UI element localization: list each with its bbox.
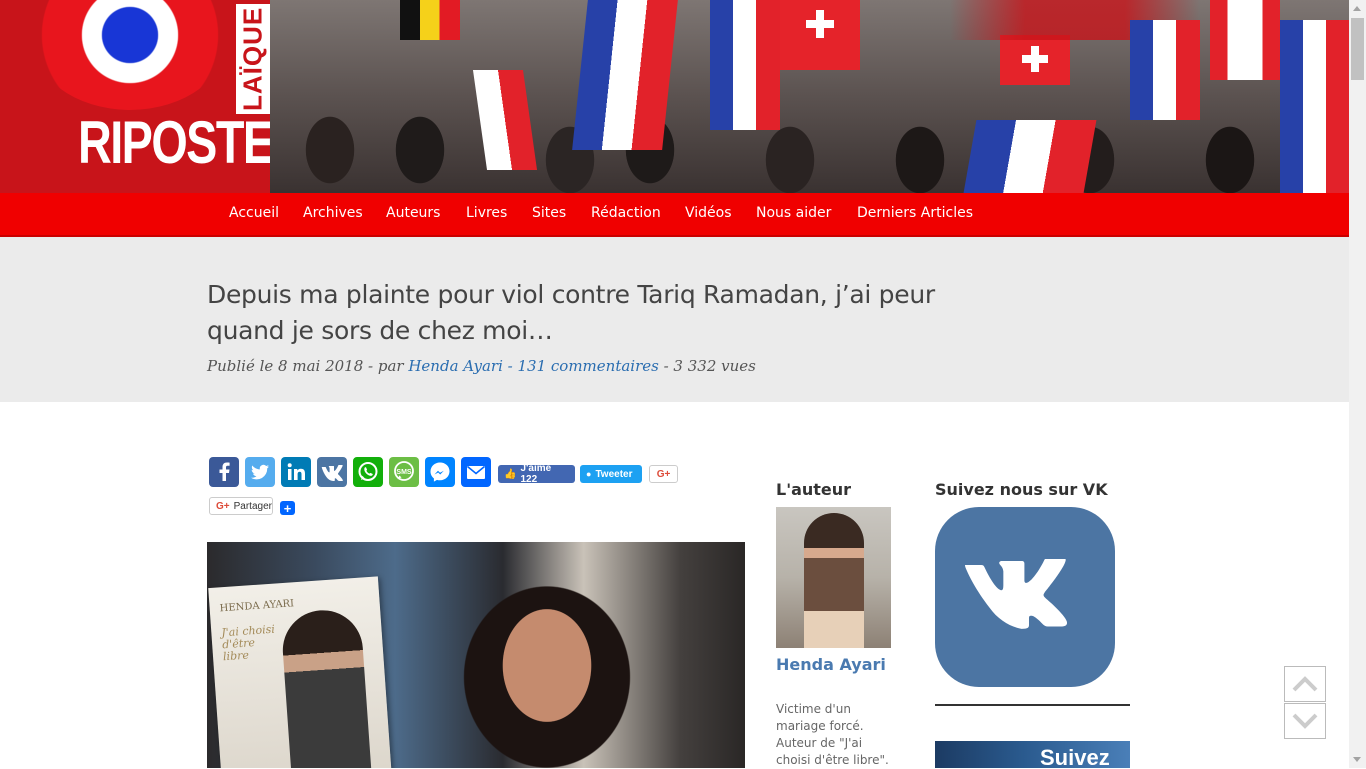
add-share-button[interactable]: + [280, 501, 295, 516]
linkedin-icon[interactable] [281, 457, 311, 487]
nav-item-derniers-articles[interactable]: Derniers Articles [857, 205, 973, 221]
thumbs-up-icon: 👍 [504, 468, 517, 480]
site-logo[interactable]: LAÏQUE RIPOSTE [0, 0, 270, 193]
nav-item-videos[interactable]: Vidéos [685, 205, 732, 221]
logo-splat-graphic [30, 0, 230, 110]
meta-separator: - [502, 357, 518, 375]
twitter-bird-icon: ● [586, 469, 592, 479]
woman-portrait [432, 562, 662, 768]
meta-author-link[interactable]: Henda Ayari [408, 357, 503, 375]
page-scrollbar[interactable] [1349, 0, 1366, 768]
scroll-down-arrow-icon[interactable] [1353, 757, 1361, 762]
nav-item-accueil[interactable]: Accueil [229, 205, 279, 221]
vk-heading: Suivez nous sur VK [935, 480, 1108, 499]
protest-crowd-image [270, 0, 1349, 193]
vk-logo-icon[interactable] [935, 507, 1115, 687]
facebook-icon[interactable] [209, 457, 239, 487]
email-icon[interactable] [461, 457, 491, 487]
svg-text:SMS: SMS [396, 469, 412, 476]
messenger-icon[interactable] [425, 457, 455, 487]
google-plus-button[interactable]: G+ [649, 465, 678, 483]
author-bio: Victime d'un mariage forcé. Auteur de "J… [776, 702, 889, 767]
nav-item-archives[interactable]: Archives [303, 205, 363, 221]
nav-item-nous-aider[interactable]: Nous aider [756, 205, 831, 221]
divider [935, 704, 1130, 706]
whatsapp-icon[interactable] [353, 457, 383, 487]
book-cover: HENDA AYARI J'ai choisi d'être libre [208, 576, 392, 768]
author-heading: L'auteur [776, 480, 852, 499]
nav-item-auteurs[interactable]: Auteurs [386, 205, 440, 221]
google-plus-share-button[interactable]: G+ Partager [209, 497, 273, 515]
page-title: Depuis ma plainte pour viol contre Tariq… [207, 280, 935, 345]
header-banner: LAÏQUE RIPOSTE [0, 0, 1349, 193]
logo-side-text: LAÏQUE [236, 4, 270, 114]
nav-item-sites[interactable]: Sites [532, 205, 566, 221]
author-name-link[interactable]: Henda Ayari [776, 655, 886, 674]
meta-comments-link[interactable]: 131 commentaires [518, 357, 659, 375]
meta-views: - 3 332 vues [658, 357, 756, 375]
google-plus-icon: G+ [216, 500, 230, 512]
article-image: HENDA AYARI J'ai choisi d'être libre [207, 542, 745, 768]
nav-item-livres[interactable]: Livres [466, 205, 507, 221]
chevron-down-icon [1292, 713, 1318, 729]
scroll-up-arrow-icon[interactable] [1353, 6, 1361, 11]
vk-follow-banner[interactable]: Suivez [935, 741, 1130, 768]
scroll-top-button[interactable] [1284, 666, 1326, 702]
sms-icon[interactable]: SMS [389, 457, 419, 487]
scroll-bottom-button[interactable] [1284, 703, 1326, 739]
nav-item-redaction[interactable]: Rédaction [591, 205, 661, 221]
article-header: Depuis ma plainte pour viol contre Tariq… [0, 237, 1349, 402]
author-photo[interactable] [776, 507, 891, 648]
article-meta: Publié le 8 mai 2018 - par Henda Ayari -… [207, 357, 756, 375]
tweet-button[interactable]: ● Tweeter [580, 465, 642, 483]
scrollbar-thumb[interactable] [1351, 18, 1364, 80]
main-nav: Accueil Archives Auteurs Livres Sites Ré… [0, 193, 1349, 237]
logo-main-text: RIPOSTE [78, 109, 270, 176]
meta-date: Publié le 8 mai 2018 - par [207, 357, 409, 375]
twitter-icon[interactable] [245, 457, 275, 487]
chevron-up-icon [1292, 676, 1318, 692]
facebook-like-button[interactable]: 👍 J'aime 122 [498, 463, 575, 485]
vk-icon[interactable] [317, 457, 347, 487]
